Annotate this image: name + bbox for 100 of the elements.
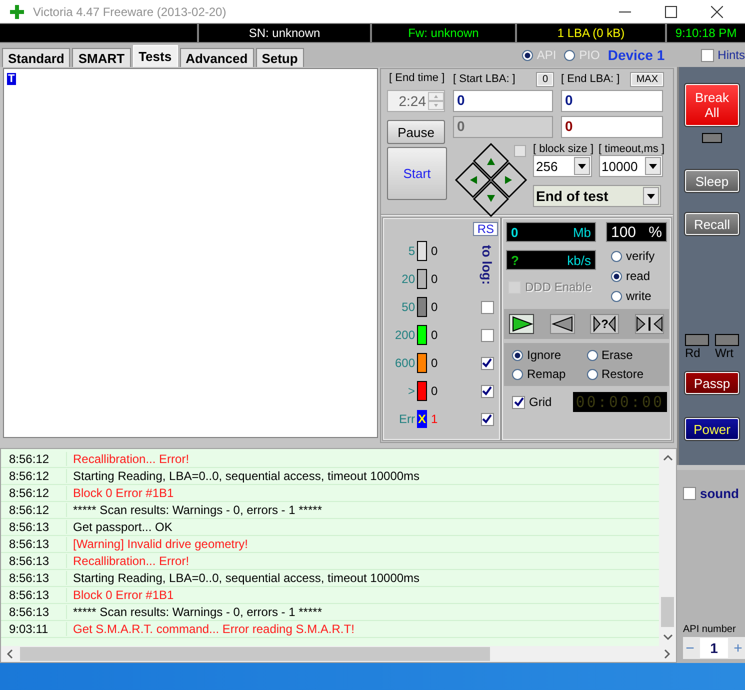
input-field[interactable]: 0 bbox=[453, 90, 553, 112]
random-button[interactable]: ? bbox=[590, 314, 620, 334]
close-icon[interactable] bbox=[711, 6, 723, 18]
field-label: [ Start LBA: ] bbox=[453, 73, 516, 85]
butterfly-button[interactable] bbox=[634, 314, 664, 334]
checkbox-label: sound bbox=[700, 486, 739, 501]
block-count: 0 bbox=[431, 244, 439, 258]
arrow-button[interactable] bbox=[490, 162, 528, 198]
field-label: [ End time ] bbox=[388, 72, 445, 86]
log-time: 8:56:13 bbox=[1, 605, 67, 619]
input-field[interactable]: 0 bbox=[561, 90, 663, 112]
left-triangle-icon bbox=[608, 316, 616, 332]
tab[interactable]: Standard bbox=[2, 48, 70, 67]
start-button[interactable]: Start bbox=[387, 147, 447, 200]
max-button[interactable]: MAX bbox=[631, 72, 663, 86]
log-time: 8:56:13 bbox=[1, 571, 67, 585]
radio-label: Remap bbox=[527, 367, 566, 381]
block-count: 0 bbox=[431, 384, 439, 398]
scroll-down-icon bbox=[662, 633, 672, 641]
block-time-label: 200 bbox=[394, 328, 415, 342]
checkbox[interactable] bbox=[480, 356, 494, 370]
tab[interactable]: Setup bbox=[256, 48, 304, 67]
plus-icon bbox=[9, 4, 25, 20]
log-message: Starting Reading, LBA=0..0, sequential access, timeout 10000ms bbox=[72, 571, 420, 585]
side-button[interactable]: Break All bbox=[685, 84, 739, 126]
block-time-label: > bbox=[406, 384, 415, 398]
window-title: Victoria 4.47 Freeware (2013-02-20) bbox=[33, 4, 226, 18]
mode-dropdown[interactable]: End of test bbox=[533, 185, 661, 207]
block-size-dropdown[interactable]: 256 bbox=[533, 155, 592, 177]
to-log-label: to log: bbox=[480, 245, 494, 285]
reverse-button[interactable] bbox=[550, 314, 575, 334]
log-time: 8:56:13 bbox=[1, 537, 67, 551]
checkbox[interactable] bbox=[700, 48, 714, 62]
device-label: Device 1 bbox=[608, 47, 665, 63]
radio-label: Ignore bbox=[527, 348, 562, 362]
radio-label: read bbox=[626, 269, 650, 283]
arrow-button[interactable] bbox=[472, 143, 510, 180]
side-button[interactable]: Recall bbox=[685, 213, 739, 235]
block-time-label: 5 bbox=[407, 244, 415, 258]
radio-button[interactable] bbox=[611, 290, 622, 302]
checkbox[interactable] bbox=[480, 300, 494, 314]
log-message: [Warning] Invalid drive geometry! bbox=[72, 537, 248, 551]
tab[interactable]: SMART bbox=[72, 48, 131, 67]
text-area[interactable]: T bbox=[3, 68, 378, 438]
side-button[interactable]: Power bbox=[685, 418, 739, 440]
scroll-up-icon bbox=[662, 454, 672, 462]
input-field[interactable]: 0 bbox=[561, 116, 663, 138]
status-text: 1 LBA (0 kB) bbox=[517, 24, 665, 42]
timeout-dropdown[interactable]: 10000 bbox=[598, 155, 663, 177]
tab[interactable]: Tests bbox=[132, 45, 178, 67]
arrow-button[interactable] bbox=[454, 162, 492, 198]
checkbox[interactable] bbox=[480, 384, 494, 398]
maximize-icon[interactable] bbox=[665, 6, 677, 18]
side-button[interactable]: Passp bbox=[685, 372, 739, 394]
scroll-thumb[interactable] bbox=[661, 597, 674, 627]
radio-label: Erase bbox=[602, 348, 633, 362]
status-indicator bbox=[702, 133, 722, 143]
side-button[interactable]: Sleep bbox=[685, 170, 739, 192]
radio-button[interactable] bbox=[611, 250, 622, 262]
vertical-scrollbar[interactable] bbox=[659, 449, 676, 646]
log-message: Starting Reading, LBA=0..0, sequential access, timeout 10000ms bbox=[72, 469, 420, 483]
radio-button[interactable] bbox=[586, 350, 598, 360]
radio-button[interactable] bbox=[586, 368, 598, 380]
reset-button[interactable]: 0 bbox=[537, 72, 553, 86]
checkbox[interactable] bbox=[512, 396, 525, 408]
log-message: ***** Scan results: Warnings - 0, errors - 1 ***** bbox=[72, 605, 322, 619]
megabytes-display: 0 Mb bbox=[506, 222, 596, 242]
tab[interactable]: Advanced bbox=[180, 48, 254, 67]
percent-display: 100 % bbox=[606, 222, 667, 242]
arrow-button[interactable] bbox=[472, 180, 510, 217]
radio-label: write bbox=[626, 289, 652, 303]
scroll-thumb[interactable] bbox=[20, 647, 490, 661]
indicator-label: Wrt bbox=[715, 346, 734, 360]
field-label: [ timeout,ms ] bbox=[598, 143, 665, 155]
radio-button[interactable] bbox=[512, 350, 523, 360]
checkbox[interactable] bbox=[480, 328, 494, 342]
activity-indicator bbox=[685, 334, 709, 346]
checkbox[interactable] bbox=[514, 145, 526, 157]
horizontal-scrollbar[interactable] bbox=[1, 646, 676, 662]
status-text: Fw: unknown bbox=[372, 24, 515, 42]
time-spinner[interactable]: 2:24 bbox=[387, 90, 445, 112]
field-label: API number bbox=[683, 624, 737, 635]
log-time: 8:56:12 bbox=[1, 503, 67, 517]
field-label: [ block size ] bbox=[533, 143, 594, 155]
indicator-label: Rd bbox=[685, 346, 700, 360]
pause-button[interactable]: Pause bbox=[387, 120, 445, 144]
log-time: 9:03:11 bbox=[1, 622, 67, 636]
right-triangle-icon bbox=[593, 316, 602, 332]
reset-button[interactable]: RS bbox=[473, 222, 498, 236]
checkbox[interactable] bbox=[683, 487, 696, 500]
number-field[interactable]: 1 bbox=[700, 638, 728, 658]
play-button[interactable] bbox=[509, 314, 534, 334]
radio-button[interactable] bbox=[512, 368, 523, 380]
checkbox[interactable] bbox=[480, 412, 494, 426]
log-time: 8:56:12 bbox=[1, 452, 67, 466]
activity-indicator bbox=[715, 334, 739, 346]
status-text: SN: unknown bbox=[199, 24, 370, 42]
log-time: 8:56:13 bbox=[1, 520, 67, 534]
log-message: Recallibration... Error! bbox=[72, 554, 190, 568]
radio-button[interactable] bbox=[611, 270, 622, 282]
